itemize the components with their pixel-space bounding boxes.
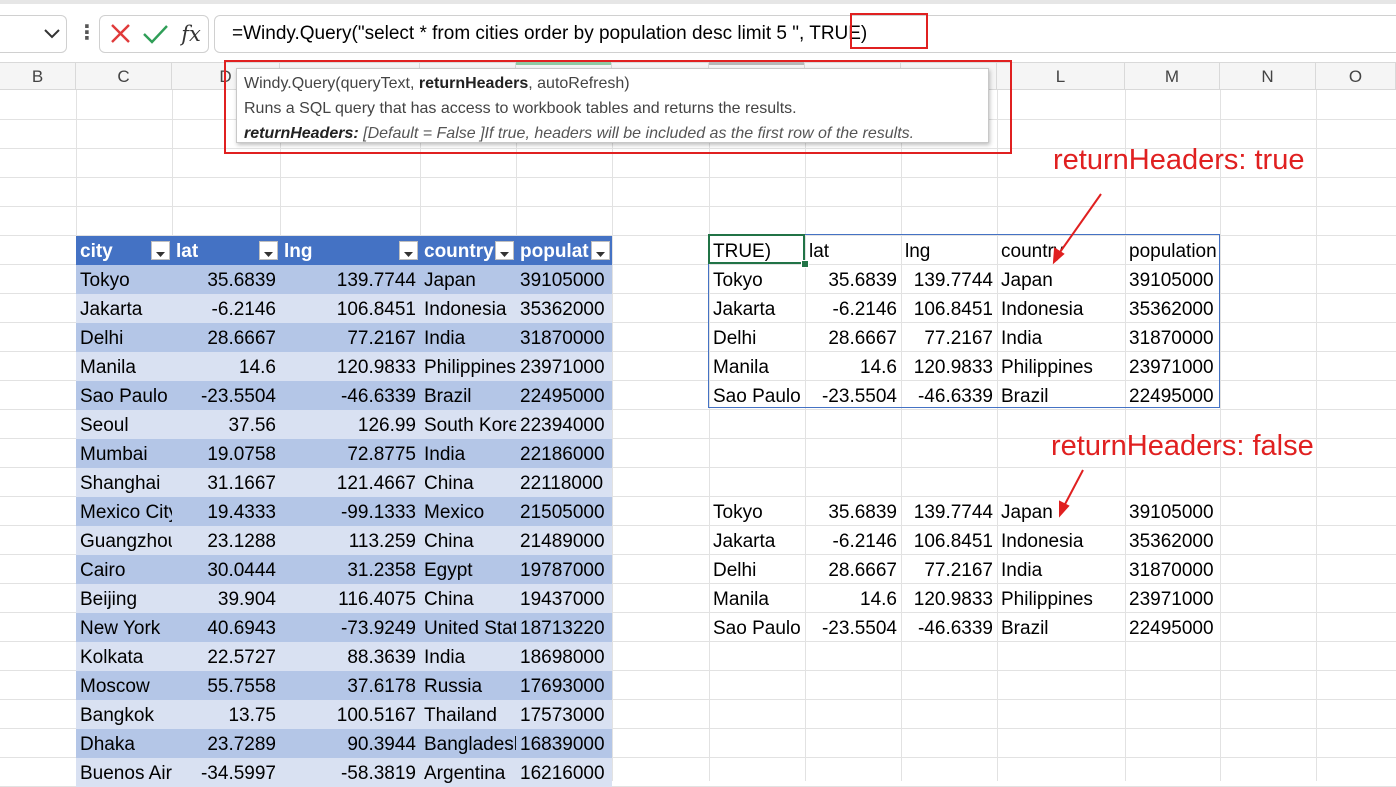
arrow-true bbox=[1052, 193, 1102, 265]
arrow-false bbox=[1059, 469, 1084, 518]
annotation-arrows bbox=[1052, 193, 1102, 518]
